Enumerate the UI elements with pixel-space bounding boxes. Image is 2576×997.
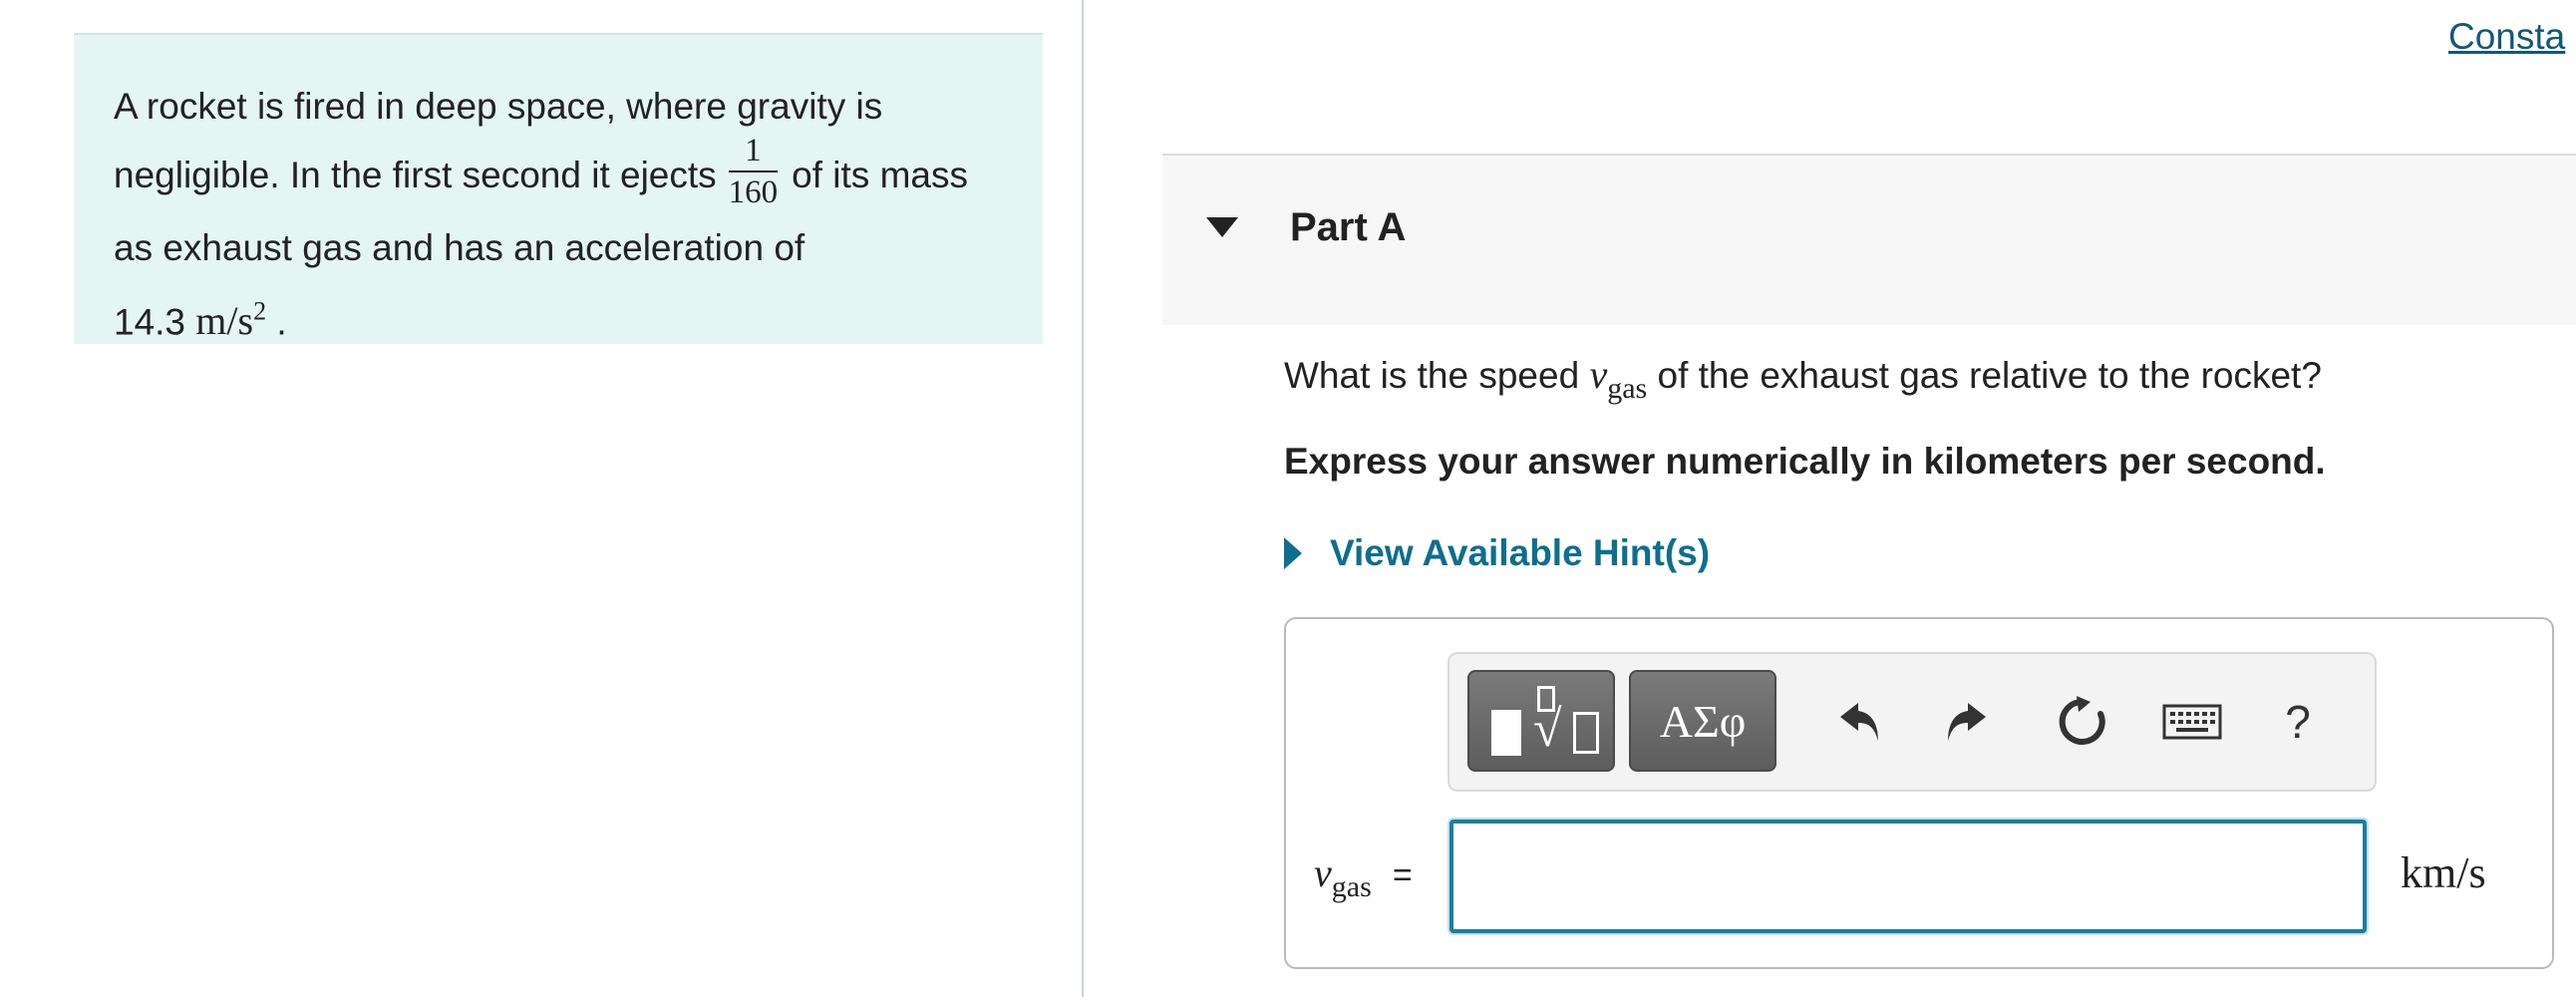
acceleration-unit-exponent: 2 <box>253 297 267 326</box>
question-before: What is the speed <box>1284 355 1580 396</box>
acceleration-value: 14.3 <box>114 301 186 343</box>
math-toolbar: √ ΑΣφ ? <box>1448 652 2377 792</box>
column-divider <box>1082 0 1084 997</box>
question-variable-symbol: v <box>1589 352 1608 397</box>
answer-variable-subscript: gas <box>1331 870 1372 903</box>
answer-units: km/s <box>2401 848 2486 897</box>
keyboard-icon[interactable] <box>2157 684 2227 760</box>
redo-icon[interactable] <box>1930 684 2000 760</box>
collapse-caret-icon[interactable] <box>1206 217 1238 237</box>
answer-label: vgas = <box>1314 849 1413 904</box>
answer-input[interactable] <box>1449 820 2367 933</box>
fraction-denominator: 160 <box>728 174 779 210</box>
acceleration-unit-base: m/s <box>195 298 254 344</box>
templates-icon <box>1491 710 1521 756</box>
greek-symbols-button[interactable]: ΑΣφ <box>1629 670 1776 772</box>
question-variable: vgas <box>1589 352 1647 405</box>
question-text: What is the speed vgas of the exhaust ga… <box>1284 351 2322 406</box>
view-hints-toggle[interactable]: View Available Hint(s) <box>1284 528 1710 578</box>
equals-sign: = <box>1392 856 1413 894</box>
part-a-header[interactable]: Part A <box>1162 154 2576 325</box>
templates-button[interactable]: √ <box>1467 670 1615 772</box>
problem-text: A rocket is fired in deep space, where g… <box>114 75 1011 354</box>
expand-caret-icon <box>1284 537 1302 569</box>
question-variable-subscript: gas <box>1607 372 1648 405</box>
answer-instruction: Express your answer numerically in kilom… <box>1284 441 2326 482</box>
answer-variable-symbol: v <box>1314 850 1332 895</box>
view-hints-label: View Available Hint(s) <box>1330 532 1711 573</box>
reset-icon[interactable] <box>2048 684 2117 760</box>
constants-link[interactable]: Consta <box>2448 16 2565 58</box>
question-after: of the exhaust gas relative to the rocke… <box>1657 355 2322 396</box>
mass-fraction: 1 160 <box>728 133 779 210</box>
template-radicand-box <box>1573 712 1599 754</box>
fraction-numerator: 1 <box>728 133 779 172</box>
acceleration-unit: m/s2 <box>195 297 267 344</box>
problem-text-end: . <box>276 301 287 343</box>
help-icon[interactable]: ? <box>2263 684 2333 760</box>
undo-icon[interactable] <box>1826 684 1896 760</box>
template-root-symbol: √ <box>1533 701 1562 758</box>
answer-variable: vgas <box>1314 850 1372 903</box>
problem-statement-panel: A rocket is fired in deep space, where g… <box>74 33 1043 344</box>
part-title: Part A <box>1290 205 1407 249</box>
